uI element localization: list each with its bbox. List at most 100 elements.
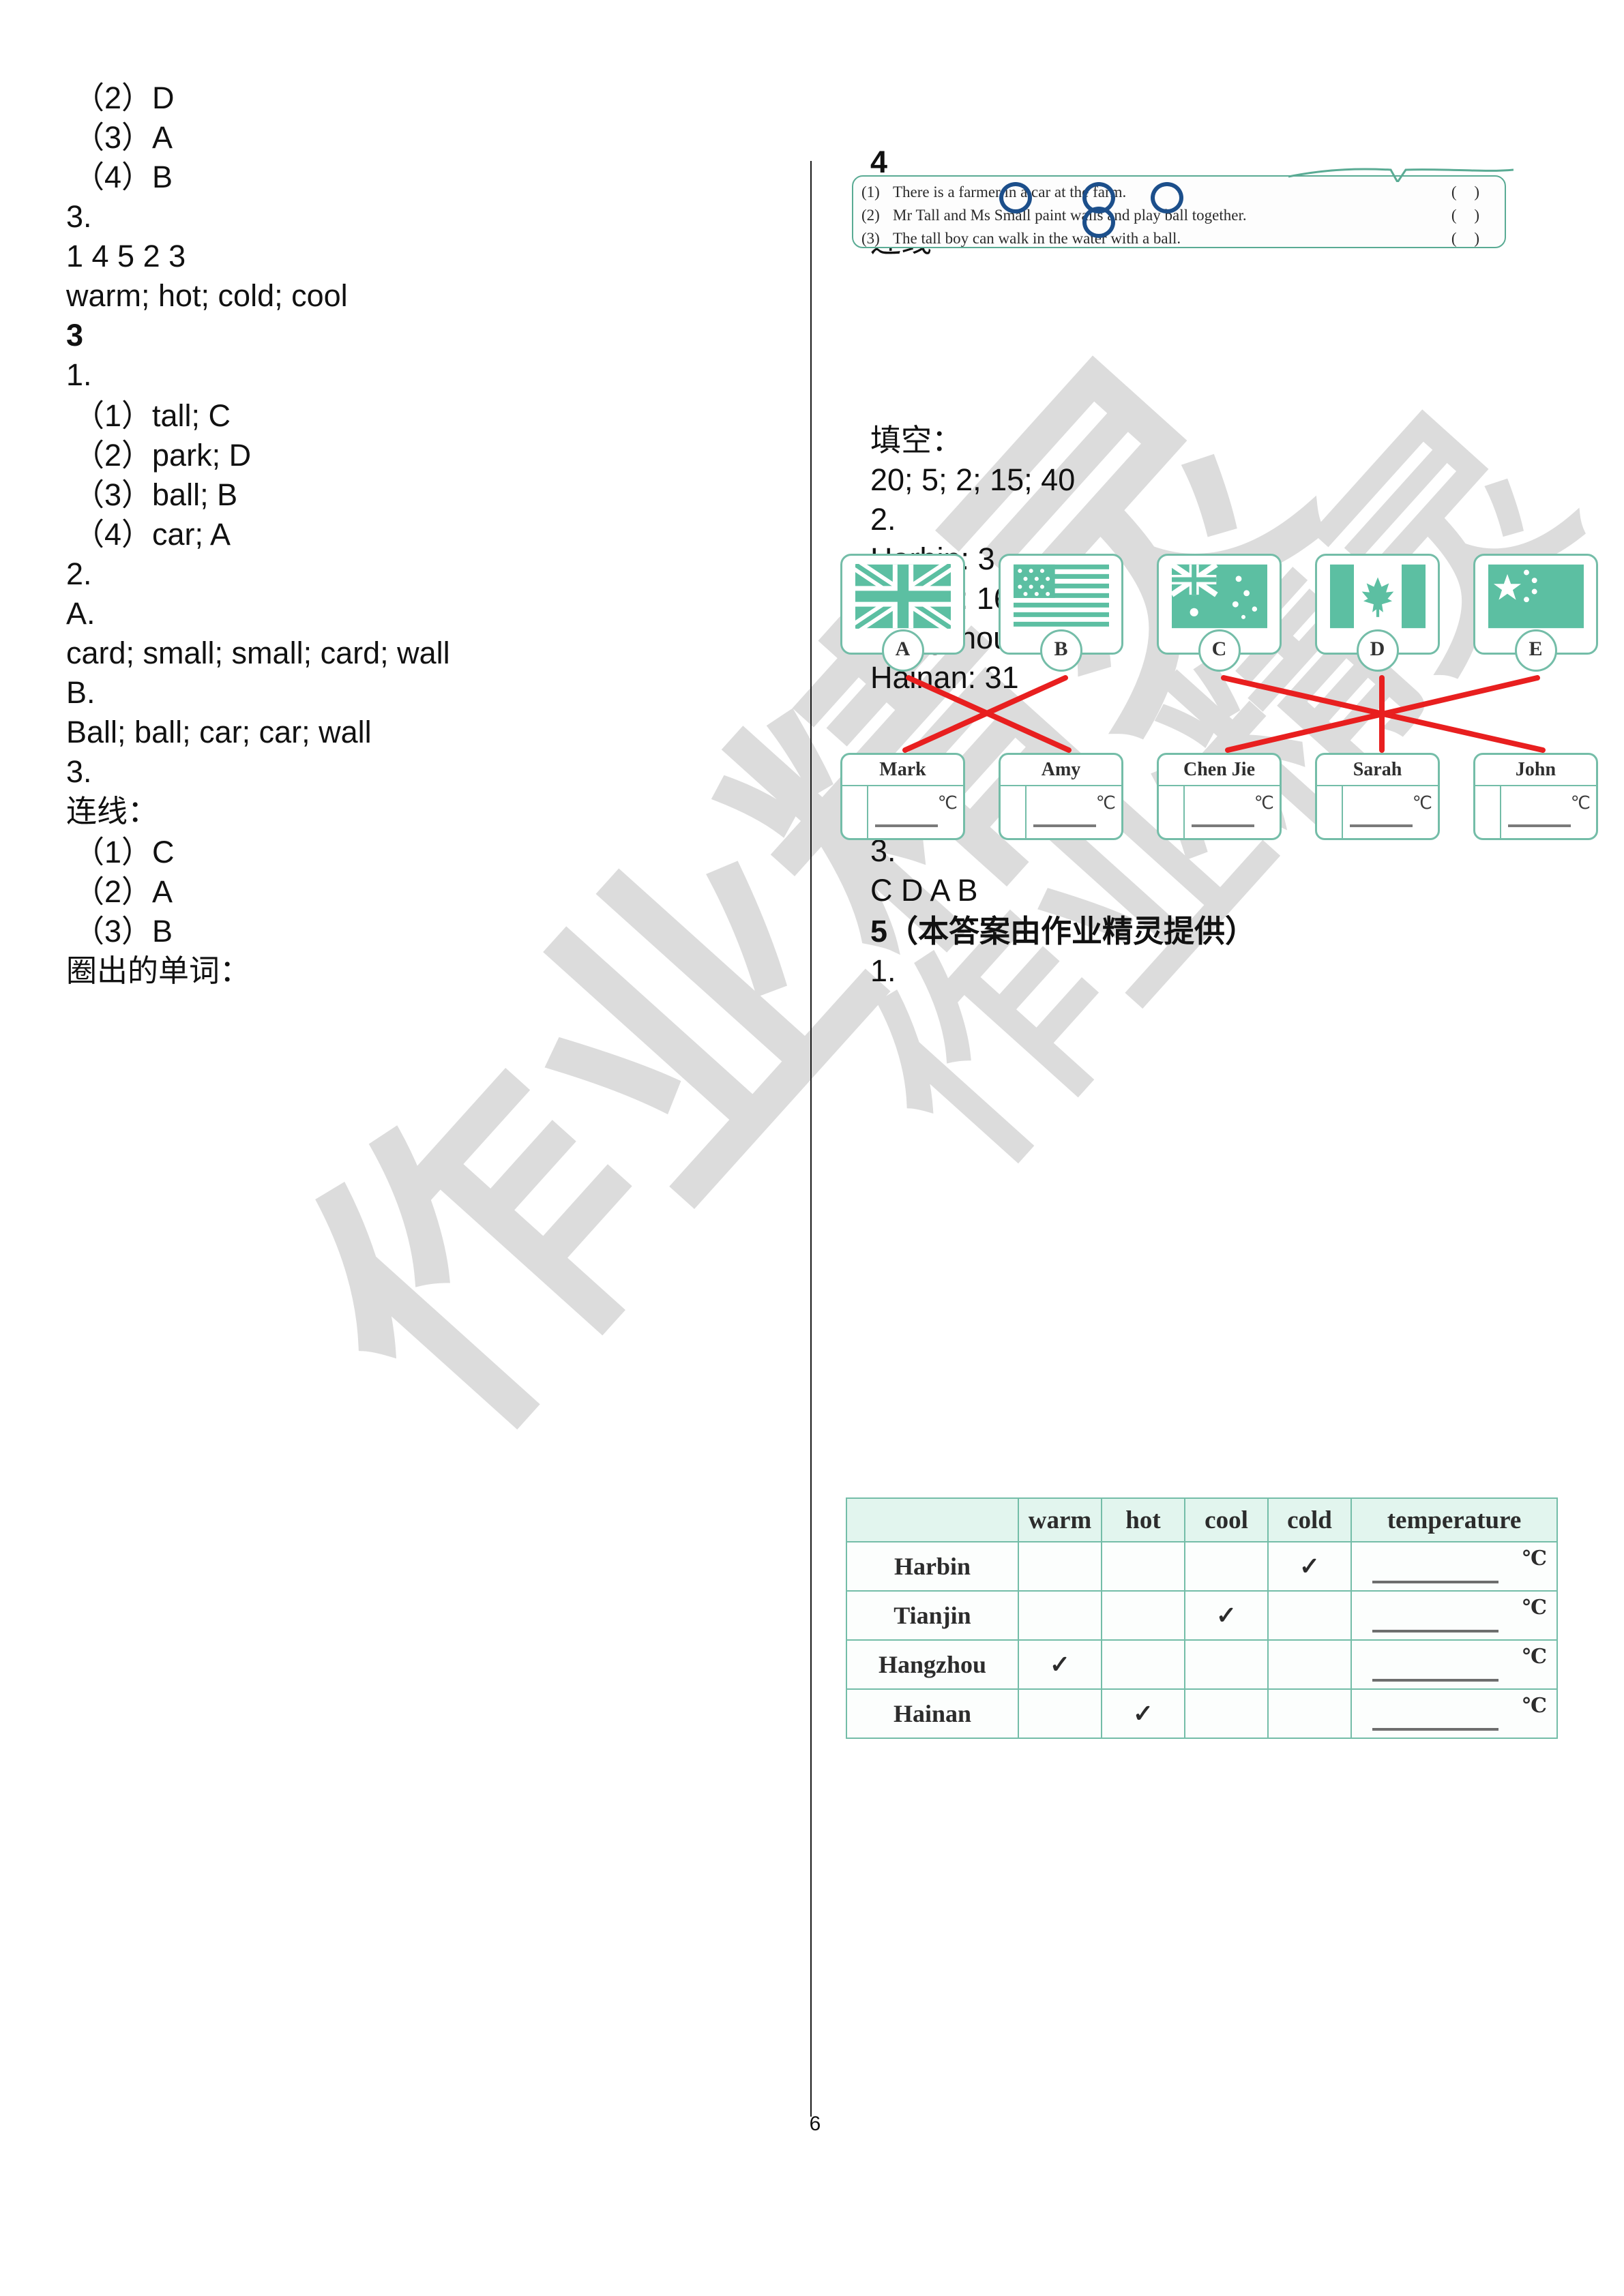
table-cell-hot[interactable]: ✓ xyxy=(1101,1688,1185,1739)
circle-annotation-far-icon xyxy=(999,182,1032,213)
table-cell-cold[interactable]: ✓ xyxy=(1267,1541,1352,1592)
answer-line: （1）tall; C xyxy=(74,398,231,433)
student-name: Mark xyxy=(879,759,926,780)
answer-line: （1）C xyxy=(74,835,175,869)
table-row: Hainan ✓ ℃ xyxy=(846,1688,1558,1739)
card-divider xyxy=(867,785,868,838)
answer-line: Ball; ball; car; car; wall xyxy=(66,715,372,749)
sentence-answer-blank[interactable]: ( ) xyxy=(1451,183,1486,201)
card-divider xyxy=(1183,785,1185,838)
answer-line: （2）park; D xyxy=(74,438,252,473)
answer-line: （2）A xyxy=(74,874,173,909)
name-card-amy[interactable]: Amy ℃ xyxy=(999,753,1123,840)
sentence-text: Mr Tall and Ms Small paint walls and pla… xyxy=(893,207,1247,224)
section-heading: 3 xyxy=(66,318,84,353)
table-cell-hot[interactable] xyxy=(1101,1541,1185,1592)
card-divider xyxy=(1500,785,1501,838)
column-divider xyxy=(810,161,812,2117)
answer-line: 圈出的单词： xyxy=(66,953,251,988)
card-divider xyxy=(1475,785,1596,786)
circle-annotation-farm-icon xyxy=(1151,182,1183,213)
sentence-text: The tall boy can walk in the water with … xyxy=(893,230,1181,247)
answer-line: （2）D xyxy=(74,80,175,115)
table-cell-cool[interactable] xyxy=(1184,1688,1269,1739)
answer-line: 1. xyxy=(870,953,896,988)
student-name: Sarah xyxy=(1353,759,1402,780)
table-cell-temperature[interactable]: ℃ xyxy=(1350,1541,1558,1592)
student-name: Amy xyxy=(1041,759,1081,780)
celsius-unit: ℃ xyxy=(1522,1695,1547,1717)
answer-line: （4）B xyxy=(74,160,173,194)
weather-table: warm hot cool cold temperature Harbin ✓ … xyxy=(846,1497,1558,1739)
temperature-blank[interactable] xyxy=(1350,824,1413,827)
answer-line: warm; hot; cold; cool xyxy=(66,278,348,313)
temperature-blank[interactable] xyxy=(1372,1581,1498,1583)
table-cell-temperature[interactable]: ℃ xyxy=(1350,1639,1558,1690)
sentence-answer-blank[interactable]: ( ) xyxy=(1451,230,1486,248)
table-cell-temperature[interactable]: ℃ xyxy=(1350,1590,1558,1641)
sentence-row: (3) The tall boy can walk in the water wi… xyxy=(861,230,1496,249)
sentence-number: (1) xyxy=(861,183,880,200)
answer-line: （3）ball; B xyxy=(74,477,238,512)
name-card-chen-jie[interactable]: Chen Jie ℃ xyxy=(1157,753,1282,840)
card-divider xyxy=(1025,785,1027,838)
student-name: Chen Jie xyxy=(1183,759,1255,780)
celsius-unit: ℃ xyxy=(1254,793,1274,813)
flag-matching-figure: A B C D E Mark ℃ Amy ℃ Chen Jie ℃ Sarah … xyxy=(840,554,1598,854)
answer-line: 20; 5; 2; 15; 40 xyxy=(870,462,1076,497)
table-cell-city: Hainan xyxy=(846,1688,1019,1739)
answer-line: （3）B xyxy=(74,914,173,949)
table-cell-warm[interactable] xyxy=(1018,1541,1102,1592)
table-header-cell xyxy=(846,1497,1019,1542)
name-card-john[interactable]: John ℃ xyxy=(1473,753,1598,840)
celsius-unit: ℃ xyxy=(1522,1547,1547,1570)
temperature-blank[interactable] xyxy=(875,824,938,827)
table-cell-cold[interactable] xyxy=(1267,1590,1352,1641)
temperature-blank[interactable] xyxy=(1508,824,1571,827)
card-divider xyxy=(842,785,963,786)
sentence-number: (2) xyxy=(861,207,880,224)
table-cell-warm[interactable] xyxy=(1018,1590,1102,1641)
answer-line: 1. xyxy=(66,357,92,392)
table-cell-city: Tianjin xyxy=(846,1590,1019,1641)
name-card-mark[interactable]: Mark ℃ xyxy=(840,753,965,840)
table-row: Tianjin ✓ ℃ xyxy=(846,1590,1558,1641)
table-cell-warm[interactable]: ✓ xyxy=(1018,1639,1102,1690)
table-cell-city: Hangzhou xyxy=(846,1639,1019,1690)
table-cell-hot[interactable] xyxy=(1101,1639,1185,1690)
table-cell-cool[interactable] xyxy=(1184,1639,1269,1690)
answer-line: 1 4 5 2 3 xyxy=(66,239,186,273)
answer-line: B. xyxy=(66,675,95,710)
card-divider xyxy=(1001,785,1121,786)
answer-line: （4）car; A xyxy=(74,517,231,552)
sentence-answer-blank[interactable]: ( ) xyxy=(1451,207,1486,224)
temperature-blank[interactable] xyxy=(1033,824,1096,827)
table-cell-hot[interactable] xyxy=(1101,1590,1185,1641)
sentence-number: (3) xyxy=(861,230,880,247)
celsius-unit: ℃ xyxy=(937,793,958,813)
table-cell-warm[interactable] xyxy=(1018,1688,1102,1739)
temperature-blank[interactable] xyxy=(1372,1630,1498,1632)
circle-annotation-ai-icon xyxy=(1082,207,1115,238)
table-cell-cool[interactable] xyxy=(1184,1541,1269,1592)
table-cell-cold[interactable] xyxy=(1267,1688,1352,1739)
answer-line: 3. xyxy=(66,754,92,789)
table-cell-city: Harbin xyxy=(846,1541,1019,1592)
name-card-sarah[interactable]: Sarah ℃ xyxy=(1315,753,1440,840)
weather-table-figure: warm hot cool cold temperature Harbin ✓ … xyxy=(846,1497,1596,1743)
table-header-cell: warm xyxy=(1018,1497,1102,1542)
answer-line: 填空： xyxy=(870,423,963,458)
temperature-blank[interactable] xyxy=(1372,1679,1498,1682)
temperature-blank[interactable] xyxy=(1192,824,1254,827)
table-cell-cold[interactable] xyxy=(1267,1639,1352,1690)
answer-line: A. xyxy=(66,596,95,631)
temperature-blank[interactable] xyxy=(1372,1728,1498,1731)
card-divider xyxy=(1342,785,1343,838)
table-cell-cool[interactable]: ✓ xyxy=(1184,1590,1269,1641)
celsius-unit: ℃ xyxy=(1412,793,1432,813)
celsius-unit: ℃ xyxy=(1522,1645,1547,1668)
sentences-exercise-figure: (1) There is a farmer in a car at the far… xyxy=(852,167,1524,256)
table-cell-temperature[interactable]: ℃ xyxy=(1350,1688,1558,1739)
answer-line: （3）A xyxy=(74,120,173,155)
table-header-cell: hot xyxy=(1101,1497,1185,1542)
